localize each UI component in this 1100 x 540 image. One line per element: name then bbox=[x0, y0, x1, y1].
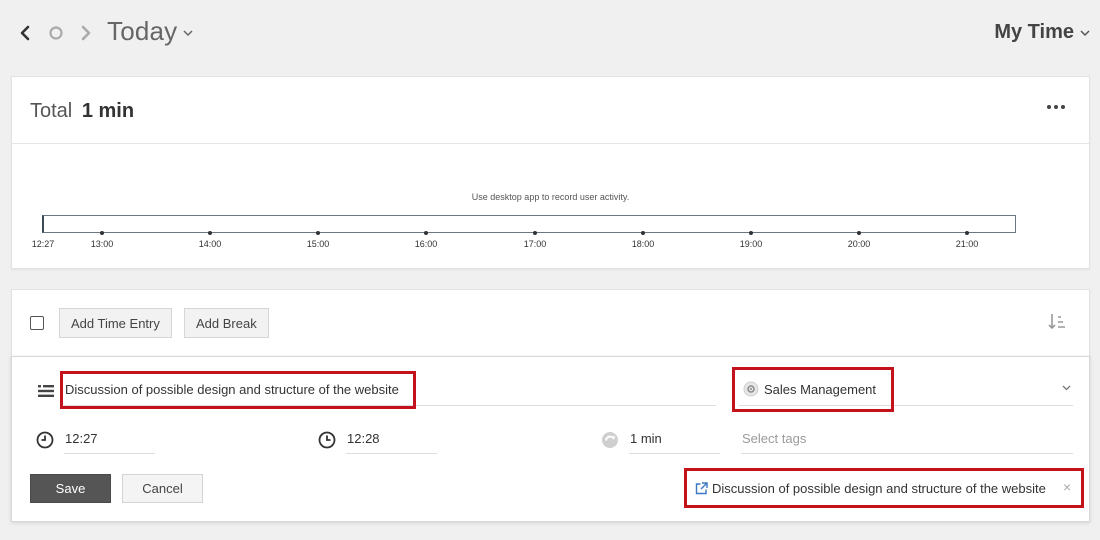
timeline-tick-dot bbox=[965, 231, 969, 235]
time-entry-edit-form: Discussion of possible design and struct… bbox=[11, 356, 1090, 522]
chevron-down-icon bbox=[1062, 385, 1071, 391]
timeline-tick-dot bbox=[208, 231, 212, 235]
description-icon bbox=[37, 384, 55, 403]
timeline-tick-label: 12:27 bbox=[31, 239, 55, 249]
add-break-button[interactable]: Add Break bbox=[184, 308, 269, 338]
previous-day-button[interactable] bbox=[14, 22, 36, 44]
more-options-button[interactable] bbox=[1047, 105, 1065, 109]
timeline-tick-label: 16:00 bbox=[414, 239, 438, 249]
tags-select[interactable]: Select tags bbox=[741, 423, 1073, 454]
external-link-icon[interactable] bbox=[695, 481, 708, 495]
summary-header: Total 1 min bbox=[12, 77, 1089, 144]
clock-end-icon bbox=[318, 431, 336, 454]
summary-card: Total 1 min Use desktop app to record us… bbox=[11, 76, 1090, 269]
chevron-right-icon bbox=[81, 25, 91, 41]
user-menu[interactable]: My Time bbox=[994, 21, 1090, 44]
more-dots-icon bbox=[1047, 105, 1051, 109]
add-time-entry-button[interactable]: Add Time Entry bbox=[59, 308, 172, 338]
timeline-tick-dot bbox=[641, 231, 645, 235]
timeline-tick-dot bbox=[533, 231, 537, 235]
total-time: Total 1 min bbox=[30, 100, 134, 123]
next-day-button[interactable] bbox=[75, 22, 97, 44]
go-to-today-button[interactable] bbox=[45, 22, 67, 44]
timeline-tick-label: 21:00 bbox=[955, 239, 979, 249]
chevron-down-icon bbox=[1080, 30, 1090, 37]
chevron-left-icon bbox=[20, 25, 30, 41]
sort-icon bbox=[1048, 314, 1065, 330]
timeline-tick-dot bbox=[749, 231, 753, 235]
more-dots-icon-dot bbox=[1061, 105, 1065, 109]
timeline-tick-label: 17:00 bbox=[523, 239, 547, 249]
duration-icon bbox=[601, 431, 619, 454]
timeline-tick-dot bbox=[316, 231, 320, 235]
total-value: 1 min bbox=[81, 100, 135, 122]
chevron-down-icon bbox=[183, 30, 193, 37]
activity-hint: Use desktop app to record user activity. bbox=[471, 192, 630, 202]
start-time-input[interactable]: 12:27 bbox=[64, 423, 155, 454]
project-select[interactable]: Sales Management bbox=[739, 373, 1073, 406]
project-name: Sales Management bbox=[764, 381, 877, 397]
timeline-tick-dot bbox=[857, 231, 861, 235]
timeline-tick-dot bbox=[424, 231, 428, 235]
description-input[interactable]: Discussion of possible design and struct… bbox=[64, 373, 716, 406]
save-button[interactable]: Save bbox=[30, 474, 111, 503]
clock-start-icon bbox=[36, 431, 54, 454]
sort-button[interactable] bbox=[1047, 312, 1067, 337]
timeline-tick-label: 18:00 bbox=[631, 239, 655, 249]
linked-task: Discussion of possible design and struct… bbox=[695, 477, 1071, 499]
duration-input[interactable]: 1 min bbox=[629, 423, 720, 454]
linked-task-title[interactable]: Discussion of possible design and struct… bbox=[712, 481, 1046, 496]
close-icon[interactable]: × bbox=[1063, 480, 1071, 494]
timeline-tick-label: 19:00 bbox=[739, 239, 763, 249]
activity-timeline bbox=[42, 215, 1016, 233]
top-bar: Today My Time bbox=[0, 0, 1100, 70]
timeline-tick-label: 13:00 bbox=[90, 239, 114, 249]
date-label: Today bbox=[107, 16, 178, 46]
user-menu-label: My Time bbox=[994, 21, 1074, 43]
project-icon bbox=[743, 381, 759, 397]
timeline-tick-label: 20:00 bbox=[847, 239, 871, 249]
total-prefix: Total bbox=[30, 100, 73, 122]
select-all-checkbox[interactable] bbox=[30, 316, 44, 330]
date-selector[interactable]: Today bbox=[107, 16, 193, 47]
circle-icon bbox=[49, 26, 63, 40]
timeline-tick-label: 15:00 bbox=[306, 239, 330, 249]
timeline-tick-label: 14:00 bbox=[198, 239, 222, 249]
entries-toolbar: Add Time Entry Add Break bbox=[11, 289, 1090, 359]
cancel-button[interactable]: Cancel bbox=[122, 474, 203, 503]
end-time-input[interactable]: 12:28 bbox=[346, 423, 437, 454]
timeline-tick-dot bbox=[100, 231, 104, 235]
more-dots-icon-dot bbox=[1054, 105, 1058, 109]
